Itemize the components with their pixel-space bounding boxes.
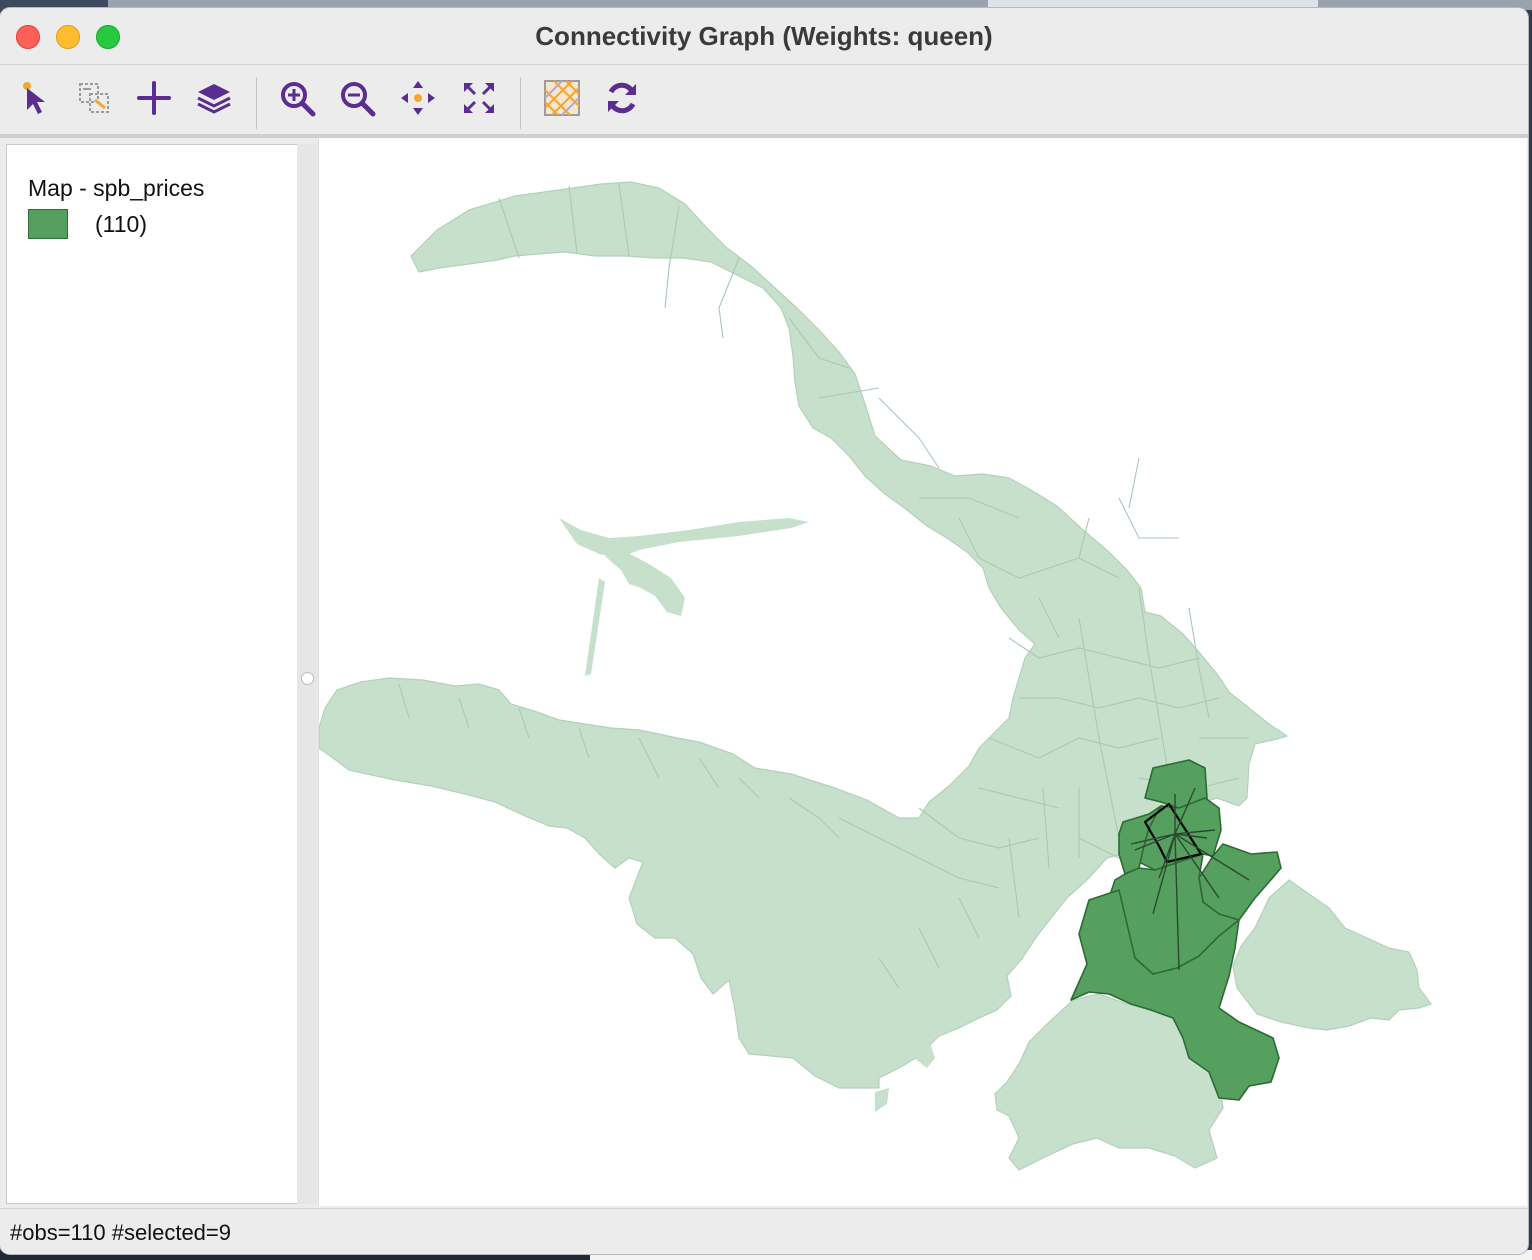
layers-button[interactable] (191, 75, 237, 121)
title-bar[interactable]: Connectivity Graph (Weights: queen) (0, 8, 1528, 64)
layers-icon (197, 84, 231, 114)
add-icon (137, 81, 171, 115)
select-tool-button[interactable] (12, 75, 58, 121)
select-tool-icon (23, 82, 45, 114)
map-region[interactable] (559, 518, 809, 558)
toolbar (0, 64, 1528, 135)
zoom-in-icon (281, 82, 316, 117)
map-canvas[interactable] (318, 138, 1527, 1206)
map-region[interactable] (875, 1088, 889, 1112)
basemap-icon (544, 80, 580, 116)
refresh-button[interactable] (599, 75, 645, 121)
map-region[interactable] (1232, 879, 1432, 1031)
legend-color-swatch[interactable] (28, 209, 68, 239)
legend-item-label: (110) (95, 211, 147, 237)
pan-button[interactable] (395, 75, 441, 121)
map-svg[interactable] (318, 138, 1527, 1206)
full-extent-icon (464, 83, 494, 113)
basemap-button[interactable] (539, 75, 585, 121)
status-text: #obs=110 #selected=9 (10, 1220, 231, 1245)
connectivity-graph-window: Connectivity Graph (Weights: queen) Map … (0, 8, 1528, 1254)
add-layer-button[interactable] (131, 75, 177, 121)
pan-icon (401, 81, 435, 115)
zoom-in-button[interactable] (274, 75, 320, 121)
splitter-handle[interactable] (301, 672, 314, 685)
zoom-out-icon (341, 82, 376, 117)
selection-options-button[interactable] (72, 75, 118, 121)
toolbar-separator (520, 77, 521, 129)
refresh-icon (608, 82, 636, 114)
window-title: Connectivity Graph (Weights: queen) (535, 21, 993, 51)
legend-panel[interactable]: Map - spb_prices (110) (6, 144, 298, 1204)
selection-options-icon (79, 83, 109, 113)
toolbar-separator (256, 77, 257, 129)
map-region[interactable] (585, 578, 605, 676)
legend-title: Map - spb_prices (28, 175, 205, 201)
status-bar: #obs=110 #selected=9 (0, 1208, 1528, 1254)
zoom-out-button[interactable] (334, 75, 380, 121)
panel-splitter[interactable] (297, 144, 317, 1204)
full-extent-button[interactable] (456, 75, 502, 121)
